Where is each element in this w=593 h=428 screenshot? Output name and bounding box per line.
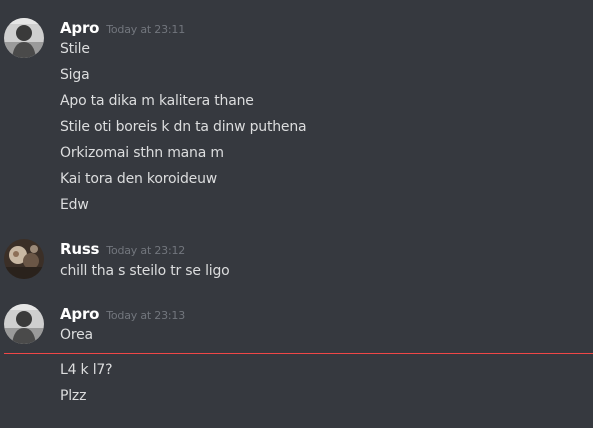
username[interactable]: Russ [60,240,99,258]
timestamp[interactable]: Today at 23:13 [106,309,185,322]
message-text: Apo ta dika m kalitera thane [60,93,254,109]
message-text: Orkizomai sthn mana m [60,145,224,161]
avatar[interactable] [4,239,44,279]
avatar[interactable] [4,304,44,344]
message-text: Siga [60,67,90,83]
message-text: L4 k l7? [60,362,113,378]
message-header: Apro Today at 23:13 [60,305,185,325]
message-text: Plzz [60,388,87,404]
chat-messages: Apro Today at 23:11 Stile Siga Apo ta dik… [0,0,593,428]
apro-avatar-image [4,304,44,344]
timestamp[interactable]: Today at 23:11 [106,23,185,36]
message-text: Edw [60,197,89,213]
new-messages-divider [4,353,593,354]
avatar[interactable] [4,18,44,58]
username[interactable]: Apro [60,305,99,323]
message-text: Kai tora den koroideuw [60,171,218,187]
username[interactable]: Apro [60,19,99,37]
message-text: chill tha s steilo tr se ligo [60,263,230,279]
timestamp[interactable]: Today at 23:12 [106,244,185,257]
message-text: Stile oti boreis k dn ta dinw puthena [60,119,307,135]
russ-avatar-image [4,239,44,279]
message-header: Apro Today at 23:11 [60,19,185,39]
message-header: Russ Today at 23:12 [60,240,185,260]
apro-avatar-image [4,18,44,58]
message-text: Orea [60,327,93,343]
message-text: Stile [60,41,90,57]
